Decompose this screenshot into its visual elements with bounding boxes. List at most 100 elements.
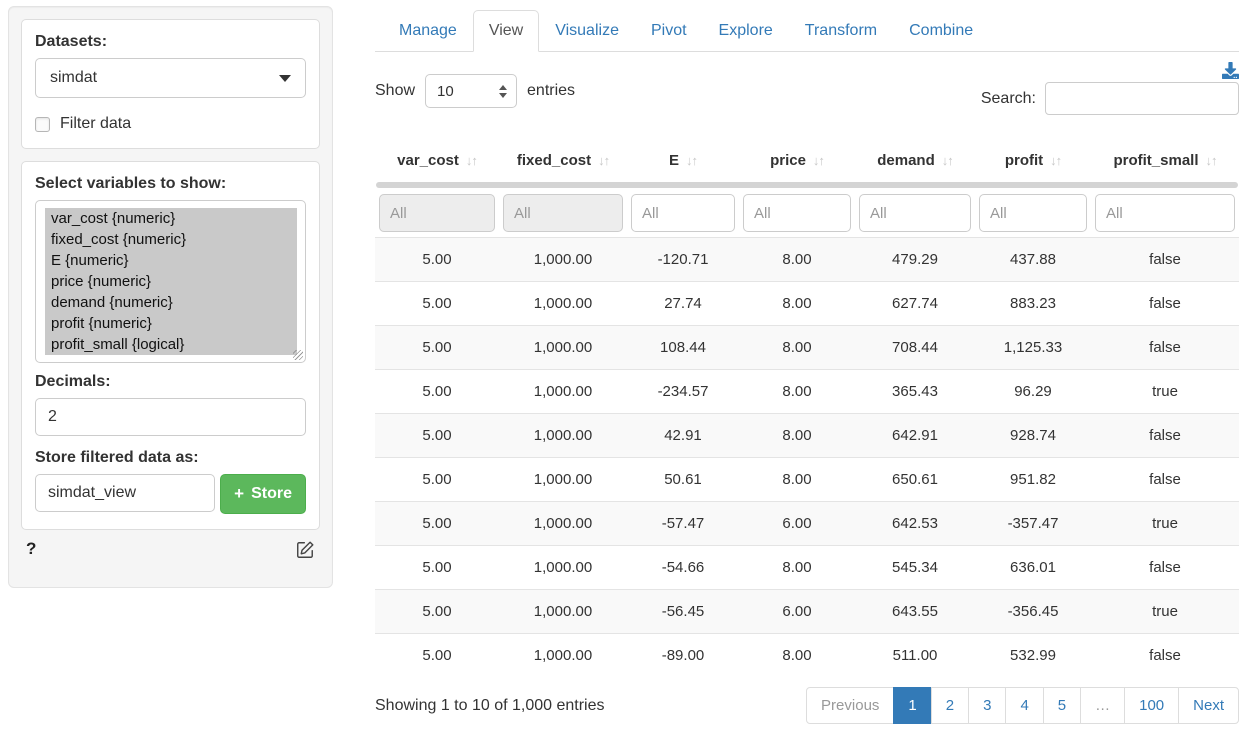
store-button-label: Store <box>251 485 292 503</box>
column-header-profit[interactable]: profit ↓↑ <box>975 142 1091 179</box>
cell: 1,000.00 <box>499 325 627 369</box>
tab-bar: ManageViewVisualizePivotExploreTransform… <box>375 6 1239 52</box>
column-filter-demand[interactable] <box>859 194 971 232</box>
cell: 643.55 <box>855 589 975 633</box>
sort-icon: ↓↑ <box>942 153 953 168</box>
table-horizontal-scrollbar[interactable] <box>376 182 1238 188</box>
tab-explore[interactable]: Explore <box>703 10 789 52</box>
pagination-1[interactable]: 1 <box>893 687 931 724</box>
help-button[interactable]: ? <box>26 539 36 559</box>
cell: false <box>1091 281 1239 325</box>
column-filter-price[interactable] <box>743 194 851 232</box>
tab-manage[interactable]: Manage <box>383 10 473 52</box>
cell: 5.00 <box>375 369 499 413</box>
filter-cell <box>855 191 975 237</box>
tab-transform[interactable]: Transform <box>789 10 893 52</box>
cell: 8.00 <box>739 281 855 325</box>
tab-pivot[interactable]: Pivot <box>635 10 703 52</box>
cell: 5.00 <box>375 501 499 545</box>
pagination-next[interactable]: Next <box>1178 687 1239 724</box>
cell: 642.53 <box>855 501 975 545</box>
sort-icon: ↓↑ <box>813 153 824 168</box>
column-filter-profit_small[interactable] <box>1095 194 1235 232</box>
pagination-100[interactable]: 100 <box>1124 687 1179 724</box>
pagination-5[interactable]: 5 <box>1043 687 1081 724</box>
cell: 5.00 <box>375 589 499 633</box>
cell: -356.45 <box>975 589 1091 633</box>
cell: false <box>1091 457 1239 501</box>
cell: 708.44 <box>855 325 975 369</box>
cell: 1,000.00 <box>499 457 627 501</box>
cell: true <box>1091 501 1239 545</box>
sort-icon: ↓↑ <box>1050 153 1061 168</box>
column-header-demand[interactable]: demand↓↑ <box>855 142 975 179</box>
column-label: profit <box>1005 152 1043 169</box>
cell: 1,000.00 <box>499 369 627 413</box>
sidebar: Datasets: simdat Filter data Select vari… <box>8 6 333 588</box>
sort-icon: ↓↑ <box>598 153 609 168</box>
variables-multiselect[interactable]: var_cost {numeric}fixed_cost {numeric}E … <box>35 200 306 363</box>
page-size-select[interactable]: 10 <box>425 74 517 108</box>
chevron-down-icon <box>279 75 291 82</box>
tab-visualize[interactable]: Visualize <box>539 10 635 52</box>
cell: 511.00 <box>855 633 975 677</box>
dataset-select[interactable]: simdat <box>35 58 306 98</box>
cell: 8.00 <box>739 457 855 501</box>
plus-icon: + <box>234 484 244 504</box>
cell: false <box>1091 237 1239 281</box>
pagination: Previous12345…100Next <box>806 687 1239 724</box>
cell: 5.00 <box>375 633 499 677</box>
table-footer: Showing 1 to 10 of 1,000 entries Previou… <box>375 687 1239 724</box>
cell: 5.00 <box>375 237 499 281</box>
store-name-input[interactable] <box>35 474 215 512</box>
sort-icon: ↓↑ <box>466 153 477 168</box>
filter-cell <box>739 191 855 237</box>
column-header-E[interactable]: E↓↑ <box>627 142 739 179</box>
cell: 42.91 <box>627 413 739 457</box>
cell: 1,000.00 <box>499 589 627 633</box>
column-filter-E[interactable] <box>631 194 735 232</box>
search-input[interactable] <box>1045 82 1239 115</box>
filter-cell <box>375 191 499 237</box>
store-button[interactable]: + Store <box>220 474 306 514</box>
show-label: Show <box>375 82 415 100</box>
sidebar-footer: ? <box>9 530 332 559</box>
edit-code-button[interactable] <box>296 540 315 559</box>
filter-data-checkbox[interactable] <box>35 117 50 132</box>
decimals-input[interactable] <box>35 398 306 436</box>
variable-option[interactable]: profit_small {logical} <box>45 334 297 355</box>
store-label: Store filtered data as: <box>35 449 306 467</box>
cell: 1,000.00 <box>499 545 627 589</box>
column-filter-profit[interactable] <box>979 194 1087 232</box>
resize-handle-icon[interactable] <box>293 350 303 360</box>
pagination-4[interactable]: 4 <box>1005 687 1043 724</box>
variable-option[interactable]: price {numeric} <box>45 271 297 292</box>
decimals-label: Decimals: <box>35 373 306 391</box>
page-length-control: Show 10 entries <box>375 74 575 108</box>
search-control: Search: <box>981 82 1239 115</box>
variable-option[interactable]: E {numeric} <box>45 250 297 271</box>
variable-option[interactable]: var_cost {numeric} <box>45 208 297 229</box>
datasets-label: Datasets: <box>35 33 306 51</box>
sort-icon: ↓↑ <box>1206 153 1217 168</box>
column-header-profit_small[interactable]: profit_small↓↑ <box>1091 142 1239 179</box>
pagination-2[interactable]: 2 <box>931 687 969 724</box>
variable-option[interactable]: profit {numeric} <box>45 313 297 334</box>
cell: -120.71 <box>627 237 739 281</box>
cell: 883.23 <box>975 281 1091 325</box>
pagination-previous: Previous <box>806 687 894 724</box>
dataset-selected-value: simdat <box>50 69 97 87</box>
column-header-price[interactable]: price↓↑ <box>739 142 855 179</box>
pagination-ellipsis: … <box>1080 687 1125 724</box>
cell: 636.01 <box>975 545 1091 589</box>
variable-option[interactable]: fixed_cost {numeric} <box>45 229 297 250</box>
cell: -54.66 <box>627 545 739 589</box>
column-header-fixed_cost[interactable]: fixed_cost↓↑ <box>499 142 627 179</box>
download-button[interactable] <box>1222 62 1239 79</box>
cell: 8.00 <box>739 633 855 677</box>
column-header-var_cost[interactable]: var_cost↓↑ <box>375 142 499 179</box>
tab-combine[interactable]: Combine <box>893 10 989 52</box>
variable-option[interactable]: demand {numeric} <box>45 292 297 313</box>
pagination-3[interactable]: 3 <box>968 687 1006 724</box>
tab-view[interactable]: View <box>473 10 539 52</box>
